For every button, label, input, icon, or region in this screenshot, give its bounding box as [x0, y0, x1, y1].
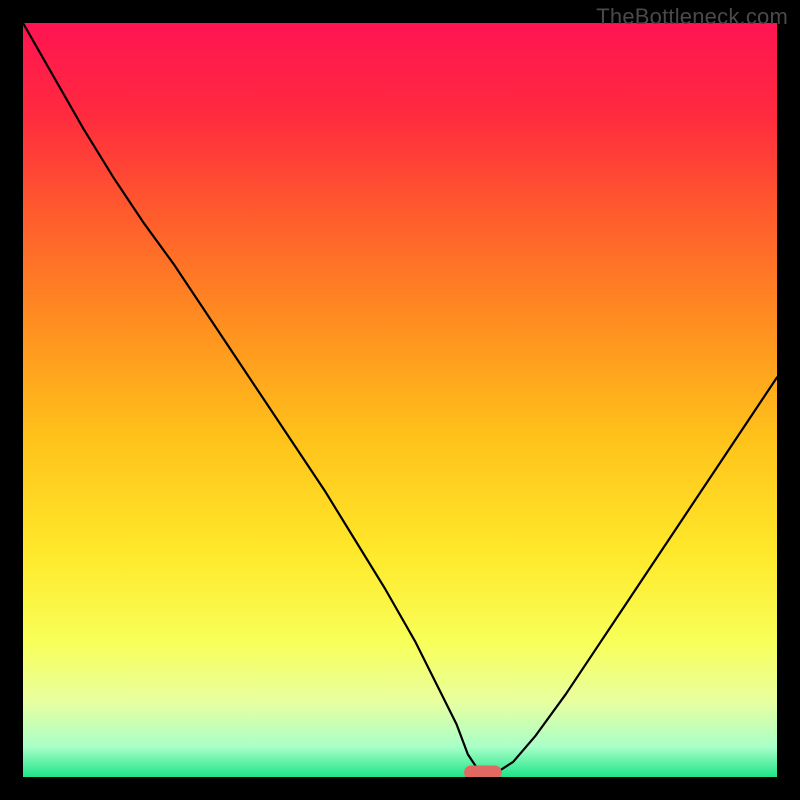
plot-area	[23, 23, 777, 777]
bottleneck-chart	[23, 23, 777, 777]
watermark-text: TheBottleneck.com	[596, 4, 788, 30]
optimal-marker	[464, 765, 502, 777]
gradient-background	[23, 23, 777, 777]
chart-frame: TheBottleneck.com	[0, 0, 800, 800]
